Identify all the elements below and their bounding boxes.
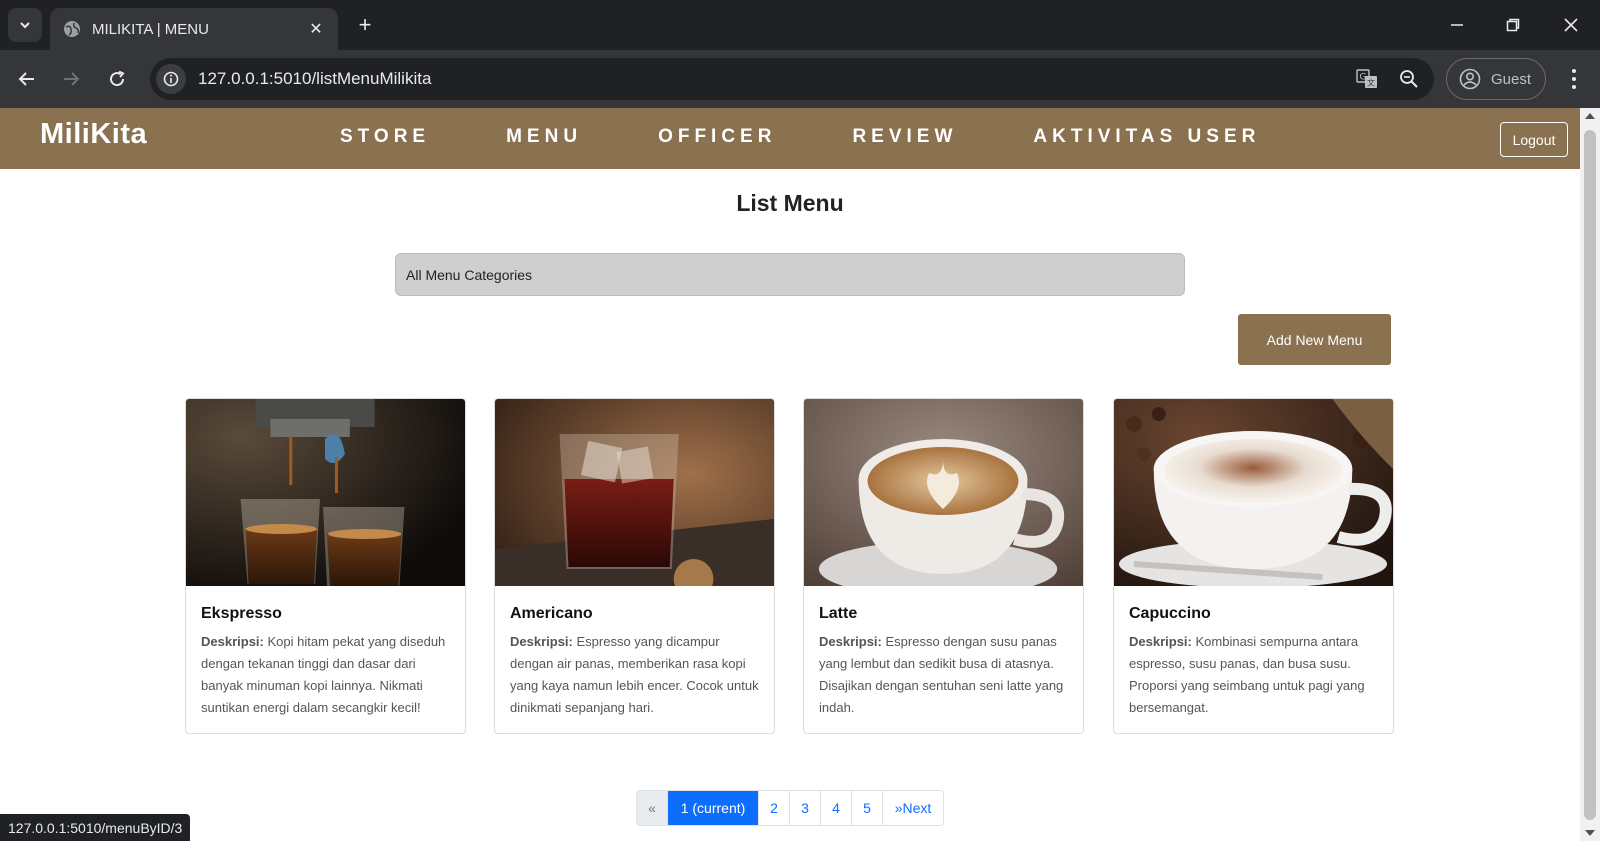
close-icon <box>1564 18 1578 32</box>
ekspresso-image <box>186 399 465 586</box>
globe-icon <box>64 21 80 37</box>
americano-image <box>495 399 774 599</box>
menu-card-capuccino[interactable]: Capuccino Deskripsi: Kombinasi sempurna … <box>1113 398 1394 734</box>
menu-card-ekspresso[interactable]: Ekspresso Deskripsi: Kopi hitam pekat ya… <box>185 398 466 734</box>
browser-menu-icon[interactable] <box>1562 64 1586 94</box>
page-scrollbar[interactable] <box>1580 108 1600 841</box>
logout-button[interactable]: Logout <box>1500 122 1568 157</box>
browser-tab-bar: MILIKITA | MENU ✕ + <box>0 0 1600 50</box>
url-text: 127.0.0.1:5010/listMenuMilikita <box>198 69 432 88</box>
browser-tab[interactable]: MILIKITA | MENU ✕ <box>50 8 338 50</box>
menu-name: Ekspresso <box>201 605 282 622</box>
close-tab-icon[interactable]: ✕ <box>306 19 326 39</box>
chevron-down-icon <box>20 22 30 29</box>
new-tab-button[interactable]: + <box>352 12 378 38</box>
tab-title: MILIKITA | MENU <box>92 20 209 38</box>
desc-label: Deskripsi: <box>1129 634 1192 649</box>
menu-description: Deskripsi: Espresso dengan susu panas ya… <box>819 631 1068 719</box>
tab-search-button[interactable] <box>8 8 42 42</box>
menu-card-americano[interactable]: Americano Deskripsi: Espresso yang dicam… <box>494 398 775 734</box>
pagination-page-3[interactable]: 3 <box>789 791 820 825</box>
pagination-next[interactable]: »Next <box>882 791 943 825</box>
profile-label: Guest <box>1491 70 1532 88</box>
browser-toolbar: 127.0.0.1:5010/listMenuMilikita G文 Guest <box>0 50 1600 108</box>
zoom-icon[interactable] <box>1392 62 1426 96</box>
latte-image <box>804 399 1083 597</box>
pagination-page-5[interactable]: 5 <box>851 791 882 825</box>
add-new-menu-button[interactable]: Add New Menu <box>1238 314 1391 365</box>
desc-label: Deskripsi: <box>510 634 573 649</box>
nav-officer[interactable]: OFFICER <box>658 126 776 148</box>
menu-description: Deskripsi: Kombinasi sempurna antara esp… <box>1129 631 1378 719</box>
minimize-button[interactable] <box>1442 10 1472 40</box>
status-bar-url: 127.0.0.1:5010/menuByID/3 <box>0 814 191 841</box>
nav-review[interactable]: REVIEW <box>852 126 957 148</box>
menu-card-latte[interactable]: Latte Deskripsi: Espresso dengan susu pa… <box>803 398 1084 734</box>
minimize-icon <box>1451 24 1463 26</box>
capuccino-image <box>1114 399 1393 588</box>
menu-name: Americano <box>510 605 593 622</box>
site-brand[interactable]: MiliKita <box>40 118 147 151</box>
user-icon <box>1459 68 1481 90</box>
site-navbar: MiliKita STORE MENU OFFICER REVIEW AKTIV… <box>0 108 1580 169</box>
scroll-down-icon[interactable] <box>1585 830 1595 836</box>
back-button[interactable] <box>10 62 44 96</box>
nav-menu[interactable]: MENU <box>506 126 582 148</box>
svg-text:文: 文 <box>1367 78 1375 88</box>
scrollbar-thumb[interactable] <box>1584 130 1596 820</box>
profile-button[interactable]: Guest <box>1446 58 1546 100</box>
nav-aktivitas-user[interactable]: AKTIVITAS USER <box>1033 126 1260 148</box>
desc-label: Deskripsi: <box>819 634 882 649</box>
pagination-page-2[interactable]: 2 <box>758 791 789 825</box>
restore-icon <box>1506 18 1520 32</box>
site-nav-links: STORE MENU OFFICER REVIEW AKTIVITAS USER <box>340 126 1336 148</box>
restore-button[interactable] <box>1498 10 1528 40</box>
arrow-right-icon <box>64 72 80 86</box>
pagination-page-4[interactable]: 4 <box>820 791 851 825</box>
page-viewport: MiliKita STORE MENU OFFICER REVIEW AKTIV… <box>0 108 1580 841</box>
menu-description: Deskripsi: Kopi hitam pekat yang diseduh… <box>201 631 450 719</box>
address-bar[interactable]: 127.0.0.1:5010/listMenuMilikita G文 <box>150 58 1434 100</box>
close-window-button[interactable] <box>1556 10 1586 40</box>
pagination-current[interactable]: 1 (current) <box>667 791 758 825</box>
reload-icon <box>110 70 125 87</box>
reload-button[interactable] <box>100 62 134 96</box>
page-title: List Menu <box>736 190 844 216</box>
arrow-left-icon <box>18 72 34 86</box>
menu-name: Capuccino <box>1129 605 1211 622</box>
desc-label: Deskripsi: <box>201 634 264 649</box>
category-select[interactable]: All Menu Categories <box>395 253 1185 296</box>
site-info-icon[interactable] <box>156 64 186 94</box>
menu-description: Deskripsi: Espresso yang dicampur dengan… <box>510 631 759 719</box>
translate-icon[interactable]: G文 <box>1350 62 1384 96</box>
menu-name: Latte <box>819 605 858 622</box>
pagination: « 1 (current) 2 3 4 5 »Next <box>636 790 944 826</box>
forward-button[interactable] <box>54 62 88 96</box>
pagination-prev[interactable]: « <box>637 791 667 825</box>
nav-store[interactable]: STORE <box>340 126 430 148</box>
scroll-up-icon[interactable] <box>1585 113 1595 119</box>
